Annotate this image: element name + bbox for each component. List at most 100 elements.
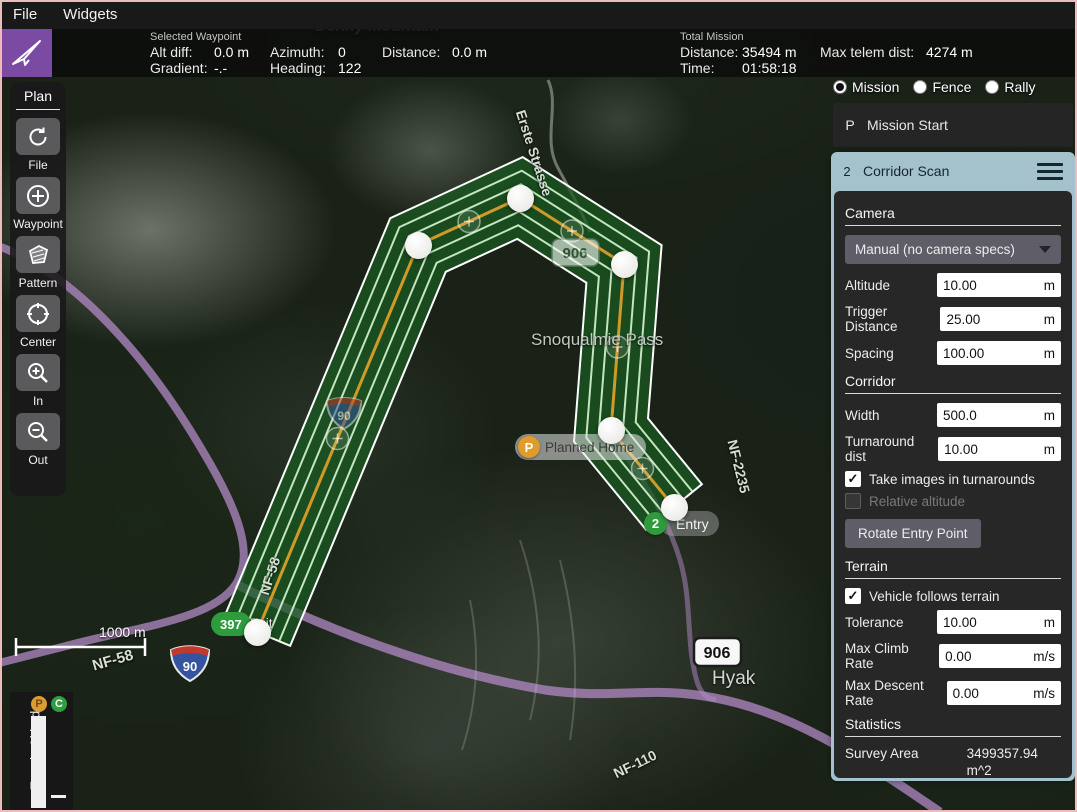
turnaround-dist-row: Turnaround dist 10.00 m (845, 434, 1061, 464)
place-label-hyak: Hyak (712, 668, 755, 690)
corridor-scan-title: Corridor Scan (863, 163, 1037, 179)
radio-selected-icon (833, 80, 847, 94)
width-field[interactable]: 500.0 m (937, 403, 1061, 427)
vehicle-follows-terrain-checkbox[interactable]: ✓ Vehicle follows terrain (845, 588, 1061, 604)
relative-altitude-checkbox[interactable]: Relative altitude (845, 493, 1061, 509)
terrain-altitude-tick (51, 795, 66, 798)
selected-waypoint-group: Selected Waypoint Alt diff: 0.0 m Gradie… (150, 31, 508, 76)
max-telem-label: Max telem dist: (820, 44, 926, 60)
terrain-planned-badge: P (31, 696, 47, 712)
alt-diff-label: Alt diff: (150, 44, 214, 60)
tool-waypoint[interactable]: Waypoint (10, 177, 66, 231)
tool-zoom-out-label: Out (28, 453, 47, 467)
rotate-entry-point-button[interactable]: Rotate Entry Point (845, 519, 981, 548)
camera-section-header: Camera (845, 205, 1061, 221)
spacing-field[interactable]: 100.00 m (937, 341, 1061, 365)
tm-time-label: Time: (680, 60, 742, 76)
spacing-row: Spacing 100.00 m (845, 341, 1061, 365)
terrain-section-header: Terrain (845, 558, 1061, 574)
alt-diff-value: 0.0 m (214, 44, 270, 60)
trigger-distance-field[interactable]: 25.00 m (940, 307, 1061, 331)
mode-fence[interactable]: Fence (913, 79, 971, 95)
plus-circle-icon (25, 183, 51, 209)
svg-text:90: 90 (337, 409, 351, 423)
statistics-section-header: Statistics (845, 716, 1061, 732)
max-descent-rate-field[interactable]: 0.00 m/s (947, 681, 1061, 705)
max-telem-value: 4274 m (926, 44, 984, 60)
menu-file[interactable]: File (13, 6, 37, 23)
checkbox-unchecked-icon (845, 493, 861, 509)
waypoint-drag-circle[interactable] (507, 185, 534, 212)
mission-start-item[interactable]: P Mission Start (833, 103, 1073, 147)
tool-center[interactable]: Center (10, 295, 66, 349)
corridor-scan-index: 2 (831, 164, 863, 179)
route-shield-906-top: 906 (552, 239, 599, 266)
azimuth-label: Azimuth: (270, 44, 338, 60)
plan-toolstrip: Plan File Waypoint Pattern Center (10, 82, 66, 496)
plan-title: Plan (10, 88, 66, 109)
mode-rally[interactable]: Rally (985, 79, 1035, 95)
planned-home-icon[interactable]: P (518, 436, 540, 458)
trigger-distance-row: Trigger Distance 25.00 m (845, 304, 1061, 334)
zoom-out-icon (26, 420, 50, 444)
checkbox-checked-icon: ✓ (845, 471, 861, 487)
radio-icon (985, 80, 999, 94)
checkbox-checked-icon: ✓ (845, 588, 861, 604)
radio-icon (913, 80, 927, 94)
menu-bar: File Widgets (0, 0, 1077, 29)
waypoint-drag-circle[interactable] (661, 494, 688, 521)
sync-icon (26, 125, 50, 149)
map-scale-label: 1000 m (99, 624, 146, 640)
tool-zoom-in-label: In (33, 394, 43, 408)
waypoint-drag-circle[interactable] (598, 417, 625, 444)
width-row: Width 500.0 m (845, 403, 1061, 427)
place-label-snoqualmie-pass: Snoqualmie Pass (531, 330, 663, 350)
center-crosshair-icon (25, 301, 51, 327)
altitude-row: Altitude 10.00 m (845, 273, 1061, 297)
total-mission-title: Total Mission (680, 31, 984, 43)
tool-pattern[interactable]: Pattern (10, 236, 66, 290)
max-descent-rate-row: Max Descent Rate 0.00 m/s (845, 678, 1061, 708)
gradient-value: -.- (214, 60, 270, 76)
tool-zoom-out[interactable]: Out (10, 413, 66, 467)
heading-value: 122 (338, 60, 382, 76)
terrain-altitude-bar (31, 716, 46, 808)
corridor-section-header: Corridor (845, 373, 1061, 389)
waypoint-drag-circle[interactable] (611, 251, 638, 278)
tolerance-field[interactable]: 10.00 m (937, 610, 1061, 634)
max-climb-rate-row: Max Climb Rate 0.00 m/s (845, 641, 1061, 671)
tool-file[interactable]: File (10, 118, 66, 172)
corridor-scan-item: 2 Corridor Scan Camera Manual (no camera… (831, 152, 1075, 781)
waypoint-drag-circle[interactable] (405, 232, 432, 259)
heading-label: Heading: (270, 60, 338, 76)
zoom-in-icon (26, 361, 50, 385)
tool-waypoint-label: Waypoint (13, 217, 63, 231)
qgc-logo-button[interactable] (2, 29, 52, 77)
plan-mode-selector: Mission Fence Rally (833, 79, 1071, 95)
tm-distance-value: 35494 m (742, 44, 820, 60)
max-climb-rate-field[interactable]: 0.00 m/s (939, 644, 1061, 668)
corridor-scan-editor: Camera Manual (no camera specs) Altitude… (834, 191, 1072, 778)
mission-start-index: P (833, 117, 867, 133)
top-toolbar: Selected Waypoint Alt diff: 0.0 m Gradie… (0, 29, 1077, 77)
total-mission-group: Total Mission Distance: 35494 m Time: 01… (680, 31, 984, 76)
interstate-90-shield: 90 (171, 646, 209, 681)
polygon-icon (25, 242, 51, 268)
mode-mission[interactable]: Mission (833, 79, 899, 95)
azimuth-value: 0 (338, 44, 382, 60)
tool-zoom-in[interactable]: In (10, 354, 66, 408)
gradient-label: Gradient: (150, 60, 214, 76)
corridor-scan-header[interactable]: 2 Corridor Scan (831, 152, 1075, 190)
camera-select-dropdown[interactable]: Manual (no camera specs) (845, 235, 1061, 264)
route-shield-906-top-text: 906 (562, 245, 587, 262)
hamburger-menu-icon[interactable] (1037, 163, 1063, 180)
take-images-turnarounds-checkbox[interactable]: ✓ Take images in turnarounds (845, 471, 1061, 487)
paper-plane-icon (10, 37, 44, 69)
selected-waypoint-title: Selected Waypoint (150, 31, 508, 43)
altitude-field[interactable]: 10.00 m (937, 273, 1061, 297)
planned-home-label: Planned Home (545, 440, 634, 455)
waypoint-drag-circle[interactable] (244, 619, 271, 646)
turnaround-dist-field[interactable]: 10.00 m (938, 437, 1061, 461)
menu-widgets[interactable]: Widgets (63, 6, 117, 23)
terrain-calculated-badge: C (51, 696, 67, 712)
